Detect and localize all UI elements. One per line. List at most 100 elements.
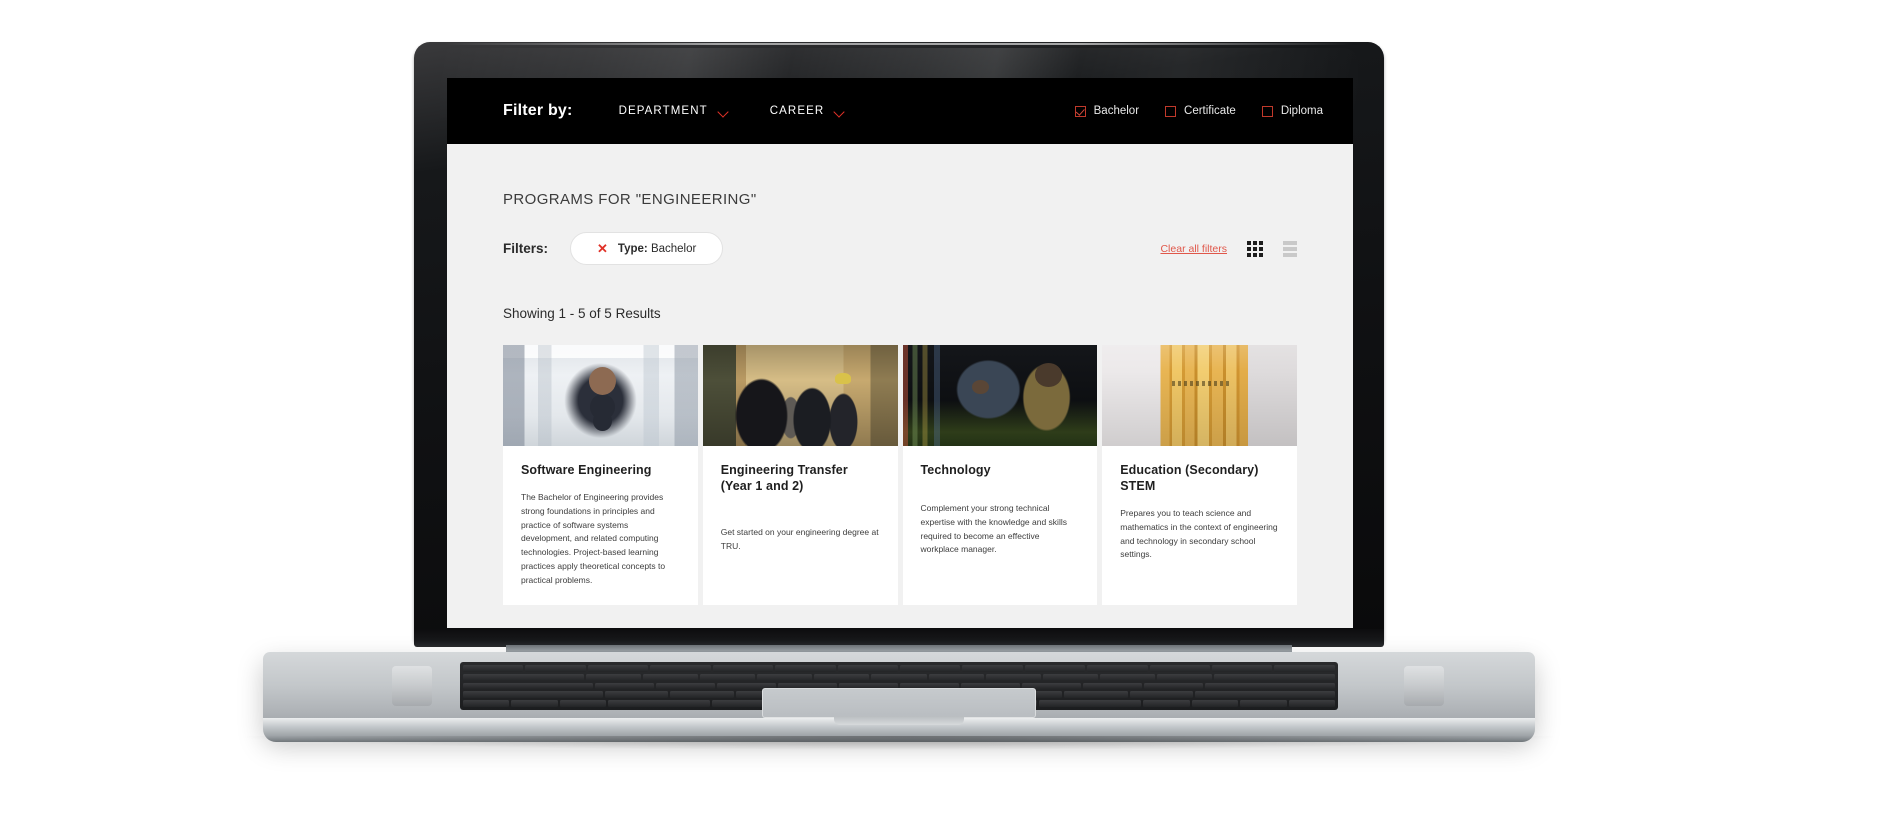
keyboard-key [1129, 691, 1194, 699]
keyboard-key [1087, 665, 1148, 672]
list-view-icon[interactable] [1283, 240, 1297, 257]
active-filter-chip-value: Bachelor [647, 242, 697, 255]
credential-type-filters: Bachelor Certificate Diploma [1074, 105, 1323, 117]
program-card-description: Prepares you to teach science and mathem… [1120, 508, 1278, 560]
dropdown-career-label: CAREER [769, 105, 825, 117]
program-card[interactable]: Engineering Transfer (Year 1 and 2) Get … [702, 345, 898, 606]
program-card[interactable]: Software Engineering The Bachelor of Eng… [503, 345, 698, 606]
list-row [1283, 252, 1297, 257]
grid-cell [1247, 246, 1251, 251]
keyboard-key [1024, 665, 1086, 672]
program-card-title: Education (Secondary) STEM [1120, 463, 1259, 493]
checkbox-empty-icon[interactable] [1165, 105, 1177, 117]
close-icon[interactable]: ✕ [597, 242, 608, 255]
keyboard-key [962, 665, 1023, 672]
keyboard-key [463, 700, 510, 707]
keyboard-key [1240, 700, 1287, 707]
keyboard-key [928, 673, 984, 681]
keyboard-key [586, 673, 642, 681]
program-card-image [503, 345, 698, 446]
checkbox-bachelor-label: Bachelor [1093, 105, 1140, 117]
program-card-grid: Software Engineering The Bachelor of Eng… [503, 345, 1297, 606]
keyboard-key [1212, 665, 1273, 672]
keyboard-key [463, 673, 585, 681]
view-controls: Clear all filters [1160, 240, 1297, 257]
program-card-image [702, 345, 898, 446]
checkbox-certificate[interactable]: Certificate [1165, 105, 1236, 117]
keyboard-key [1083, 682, 1143, 690]
keyboard-key [559, 700, 607, 707]
filter-by-label: Filter by: [503, 102, 573, 119]
keyboard-key [1195, 691, 1335, 699]
keyboard-key [463, 691, 603, 699]
checkbox-certificate-label: Certificate [1184, 105, 1236, 117]
program-card-body: Technology Complement your strong techni… [903, 446, 1098, 575]
program-card-body: Software Engineering The Bachelor of Eng… [503, 446, 698, 605]
program-card[interactable]: Education (Secondary) STEM Prepares you … [1102, 345, 1297, 606]
checkbox-diploma[interactable]: Diploma [1261, 105, 1323, 117]
program-card-description: Complement your strong technical experti… [920, 503, 1067, 555]
checkbox-bachelor[interactable]: Bachelor [1074, 105, 1140, 117]
keyboard-key [1063, 691, 1128, 699]
grid-cell [1259, 246, 1263, 251]
keyboard-key [1143, 700, 1190, 707]
laptop-mockup: Filter by: DEPARTMENT CAREER Bachelor Ce… [0, 0, 1894, 814]
active-filter-chip-label: Type: Bachelor [618, 243, 696, 255]
laptop-lid-notch [834, 716, 964, 725]
program-card-title: Software Engineering [521, 463, 652, 477]
program-card[interactable]: Technology Complement your strong techni… [902, 345, 1098, 606]
keyboard-key [608, 700, 711, 707]
program-card-description: The Bachelor of Engineering provides str… [521, 492, 666, 585]
keyboard-key [899, 665, 961, 672]
keyboard-key [1274, 665, 1335, 672]
active-filters-row: Filters: ✕ Type: Bachelor Clear all filt… [503, 232, 1297, 265]
clear-all-filters-link[interactable]: Clear all filters [1160, 243, 1227, 255]
keyboard-key [1156, 673, 1212, 681]
screen-viewport: Filter by: DEPARTMENT CAREER Bachelor Ce… [447, 78, 1353, 628]
laptop-vent-right [1404, 666, 1444, 706]
checkbox-diploma-label: Diploma [1280, 105, 1323, 117]
keyboard-key [700, 673, 756, 681]
active-filter-chip-key: Type: [617, 242, 648, 255]
filter-header-bar: Filter by: DEPARTMENT CAREER Bachelor Ce… [447, 78, 1353, 144]
list-row [1283, 246, 1297, 251]
keyboard-key [1191, 700, 1239, 707]
checkbox-empty-icon[interactable] [1261, 105, 1273, 117]
results-count: Showing 1 - 5 of 5 Results [503, 306, 661, 321]
keyboard-key [1099, 673, 1155, 681]
keyboard-row [463, 665, 1335, 672]
page-title: PROGRAMS FOR "ENGINEERING" [503, 191, 757, 208]
keyboard-key [1149, 665, 1211, 672]
keyboard-key [1205, 682, 1336, 690]
grid-view-icon[interactable] [1247, 240, 1263, 257]
dropdown-career[interactable]: CAREER [770, 105, 847, 117]
laptop-trackpad [762, 688, 1036, 718]
keyboard-key [587, 665, 649, 672]
grid-cell [1253, 246, 1257, 251]
program-card-title: Engineering Transfer (Year 1 and 2) [720, 463, 848, 493]
keyboard-key [594, 682, 654, 690]
grid-cell [1247, 240, 1251, 245]
chevron-down-icon [719, 108, 730, 115]
grid-cell [1253, 252, 1257, 257]
list-row [1283, 240, 1297, 245]
program-card-image [902, 345, 1098, 446]
chevron-down-icon [835, 108, 846, 115]
grid-cell [1259, 252, 1263, 257]
keyboard-key [1288, 700, 1335, 707]
keyboard-key [1144, 682, 1204, 690]
checkbox-checked-icon[interactable] [1074, 105, 1086, 117]
keyboard-key [1213, 673, 1335, 681]
keyboard-row [463, 673, 1335, 681]
keyboard-key [1039, 700, 1142, 707]
active-filter-chip[interactable]: ✕ Type: Bachelor [570, 232, 724, 265]
program-card-body: Education (Secondary) STEM Prepares you … [1102, 446, 1297, 580]
keyboard-key [525, 665, 586, 672]
keyboard-key [814, 673, 870, 681]
program-card-body: Engineering Transfer (Year 1 and 2) Get … [703, 446, 898, 572]
grid-cell [1253, 240, 1257, 245]
keyboard-key [712, 665, 774, 672]
keyboard-key [463, 665, 524, 672]
dropdown-department[interactable]: DEPARTMENT [619, 105, 730, 117]
keyboard-key [871, 673, 927, 681]
